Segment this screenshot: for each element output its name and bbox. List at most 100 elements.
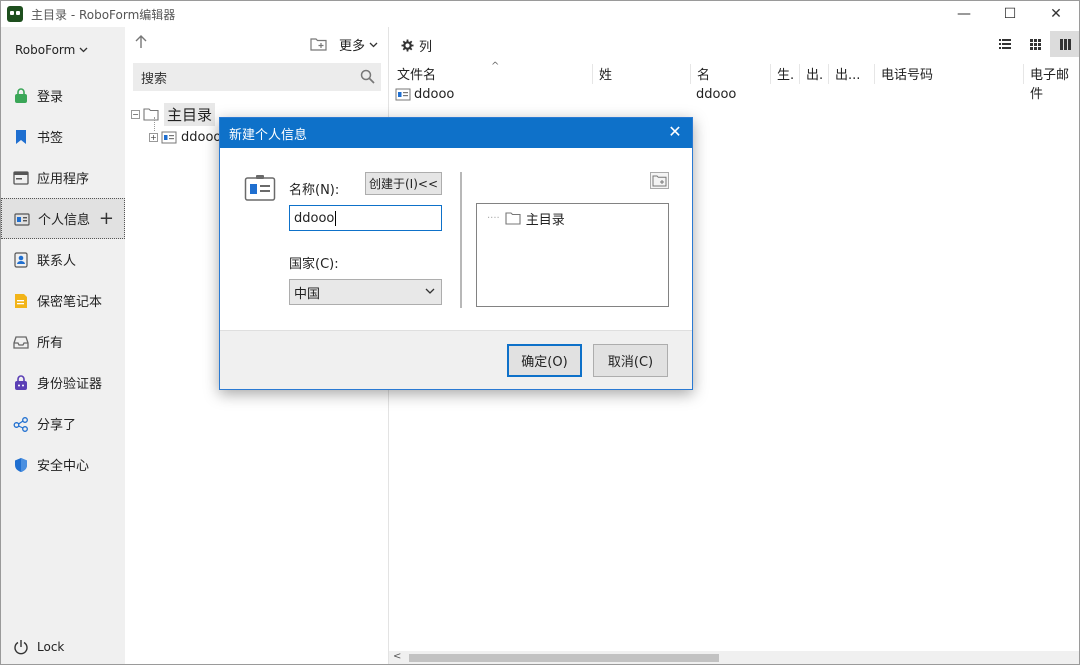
identity-icon — [14, 211, 30, 227]
all-items-icon — [13, 334, 29, 350]
scroll-left-arrow-icon[interactable]: < — [393, 651, 401, 662]
share-icon — [13, 416, 29, 432]
bookmark-icon — [13, 129, 29, 145]
nav-item-label: 联系人 — [37, 254, 77, 269]
nav-item-security-center[interactable]: 安全中心 — [1, 444, 125, 485]
nav-item-identities[interactable]: 个人信息 + — [1, 198, 125, 239]
grid-view-button[interactable] — [1020, 31, 1050, 57]
new-folder-icon[interactable] — [650, 172, 669, 193]
ok-button[interactable]: 确定(O) — [507, 344, 582, 377]
create-in-button[interactable]: 创建于(I)<< — [365, 172, 442, 195]
add-identity-button[interactable]: + — [99, 208, 114, 229]
nav-item-shared[interactable]: 分享了 — [1, 403, 125, 444]
tree-node-child[interactable]: + ddooo — [149, 130, 221, 145]
close-window-button[interactable]: ✕ — [1033, 1, 1079, 27]
column-header-birthdate[interactable]: 出... — [828, 64, 860, 84]
account-dropdown[interactable]: RoboForm — [15, 43, 88, 57]
content-toolbar: 列 — [389, 27, 1079, 61]
window-controls: — ☐ ✕ — [941, 1, 1079, 27]
nav-item-bookmarks[interactable]: 书签 — [1, 116, 125, 157]
authenticator-icon — [13, 374, 29, 391]
new-folder-icon[interactable] — [310, 37, 327, 55]
identity-icon — [161, 131, 177, 144]
dialog-body: 名称(N): 创建于(I)<< ddooo 国家(C): 中国 ···· 主目录 — [220, 148, 692, 330]
column-header-first-name[interactable]: 名 — [690, 64, 710, 84]
more-menu-button[interactable]: 更多 — [339, 35, 378, 54]
scrollbar-thumb[interactable] — [409, 654, 719, 662]
tree-child-label: ddooo — [181, 130, 222, 145]
column-header-birth[interactable]: 生. — [770, 64, 794, 84]
left-navigation: RoboForm 登录 书签 应用程序 个人信息 + 联系人 保密笔记本 所有 … — [1, 27, 125, 664]
dialog-close-icon[interactable]: ✕ — [666, 122, 684, 141]
safenote-icon — [13, 293, 29, 309]
columns-label: 列 — [419, 40, 433, 55]
nav-item-safenotes[interactable]: 保密笔记本 — [1, 280, 125, 321]
column-header-filename[interactable]: 文件名 ^ — [391, 61, 499, 84]
nav-item-label: 所有 — [37, 336, 64, 351]
dialog-title-bar: 新建个人信息 ✕ — [220, 118, 692, 148]
cancel-button[interactable]: 取消(C) — [593, 344, 668, 377]
shield-icon — [13, 457, 29, 473]
folder-root-label: 主目录 — [525, 213, 565, 228]
roboform-app-icon — [7, 6, 23, 22]
nav-item-contacts[interactable]: 联系人 — [1, 239, 125, 280]
view-mode-switcher — [990, 31, 1079, 57]
column-header-phone[interactable]: 电话号码 — [874, 64, 933, 84]
name-field-value: ddooo — [294, 210, 335, 226]
tree-root-label: 主目录 — [164, 103, 216, 126]
identity-card-icon — [244, 174, 276, 206]
country-selected-value: 中国 — [294, 286, 321, 302]
folder-icon — [505, 212, 521, 225]
nav-item-all[interactable]: 所有 — [1, 321, 125, 362]
filename-cell: ddooo — [395, 87, 454, 102]
column-header-birthplace[interactable]: 出. — [799, 64, 823, 84]
lock-label: Lock — [37, 640, 65, 654]
destination-folder-tree[interactable]: ···· 主目录 — [476, 203, 669, 307]
country-select[interactable]: 中国 — [289, 279, 442, 305]
nav-item-login[interactable]: 登录 — [1, 75, 125, 116]
horizontal-scrollbar[interactable]: < — [389, 651, 1079, 664]
country-label: 国家(C): — [289, 257, 339, 272]
minimize-button[interactable]: — — [941, 1, 987, 27]
first-name-cell: ddooo — [696, 87, 737, 102]
login-icon — [13, 87, 29, 104]
expand-toggle[interactable]: + — [149, 133, 158, 142]
nav-item-label: 分享了 — [37, 418, 77, 433]
collapse-toggle[interactable]: − — [131, 110, 140, 119]
nav-item-label: 登录 — [37, 90, 64, 105]
list-view-button[interactable] — [990, 31, 1020, 57]
chevron-down-icon — [369, 42, 378, 47]
columns-button[interactable]: 列 — [401, 36, 432, 55]
name-field[interactable]: ddooo — [289, 205, 442, 231]
folder-tree-node-root[interactable]: ···· 主目录 — [487, 209, 565, 228]
column-header-last-name[interactable]: 姓 — [592, 64, 612, 84]
maximize-button[interactable]: ☐ — [987, 1, 1033, 27]
window-title: 主目录 - RoboForm编辑器 — [31, 7, 176, 22]
filename-text: ddooo — [414, 87, 455, 102]
grid-view-icon — [1029, 38, 1041, 50]
sort-ascending-icon: ^ — [491, 61, 500, 72]
roboform-editor-window: 主目录 - RoboForm编辑器 — ☐ ✕ RoboForm 登录 书签 应… — [0, 0, 1080, 665]
nav-item-authenticator[interactable]: 身份验证器 — [1, 362, 125, 403]
nav-item-label: 保密笔记本 — [37, 295, 103, 310]
up-folder-icon[interactable] — [135, 35, 147, 53]
dialog-title: 新建个人信息 — [229, 127, 308, 143]
nav-item-applications[interactable]: 应用程序 — [1, 157, 125, 198]
nav-item-label: 安全中心 — [37, 459, 90, 474]
details-view-button[interactable] — [1050, 31, 1079, 57]
table-row[interactable]: ddooo ddooo — [389, 85, 1079, 105]
contact-icon — [13, 251, 29, 268]
column-headers: 文件名 ^ 姓 名 生. 出. 出... 电话号码 电子邮件 — [389, 61, 1079, 102]
details-view-icon — [1059, 38, 1071, 50]
more-label: 更多 — [339, 39, 366, 54]
dialog-divider — [460, 172, 462, 308]
nav-item-label: 个人信息 — [38, 213, 91, 228]
search-input[interactable]: 搜索 — [133, 63, 381, 91]
lock-button[interactable]: Lock — [13, 639, 64, 655]
tree-node-root[interactable]: − 主目录 — [131, 103, 216, 126]
column-header-email[interactable]: 电子邮件 — [1023, 64, 1079, 102]
chevron-down-icon — [425, 288, 435, 294]
tree-toolbar: 更多 — [125, 27, 388, 61]
nav-item-label: 书签 — [37, 131, 64, 146]
search-icon[interactable] — [360, 69, 375, 88]
